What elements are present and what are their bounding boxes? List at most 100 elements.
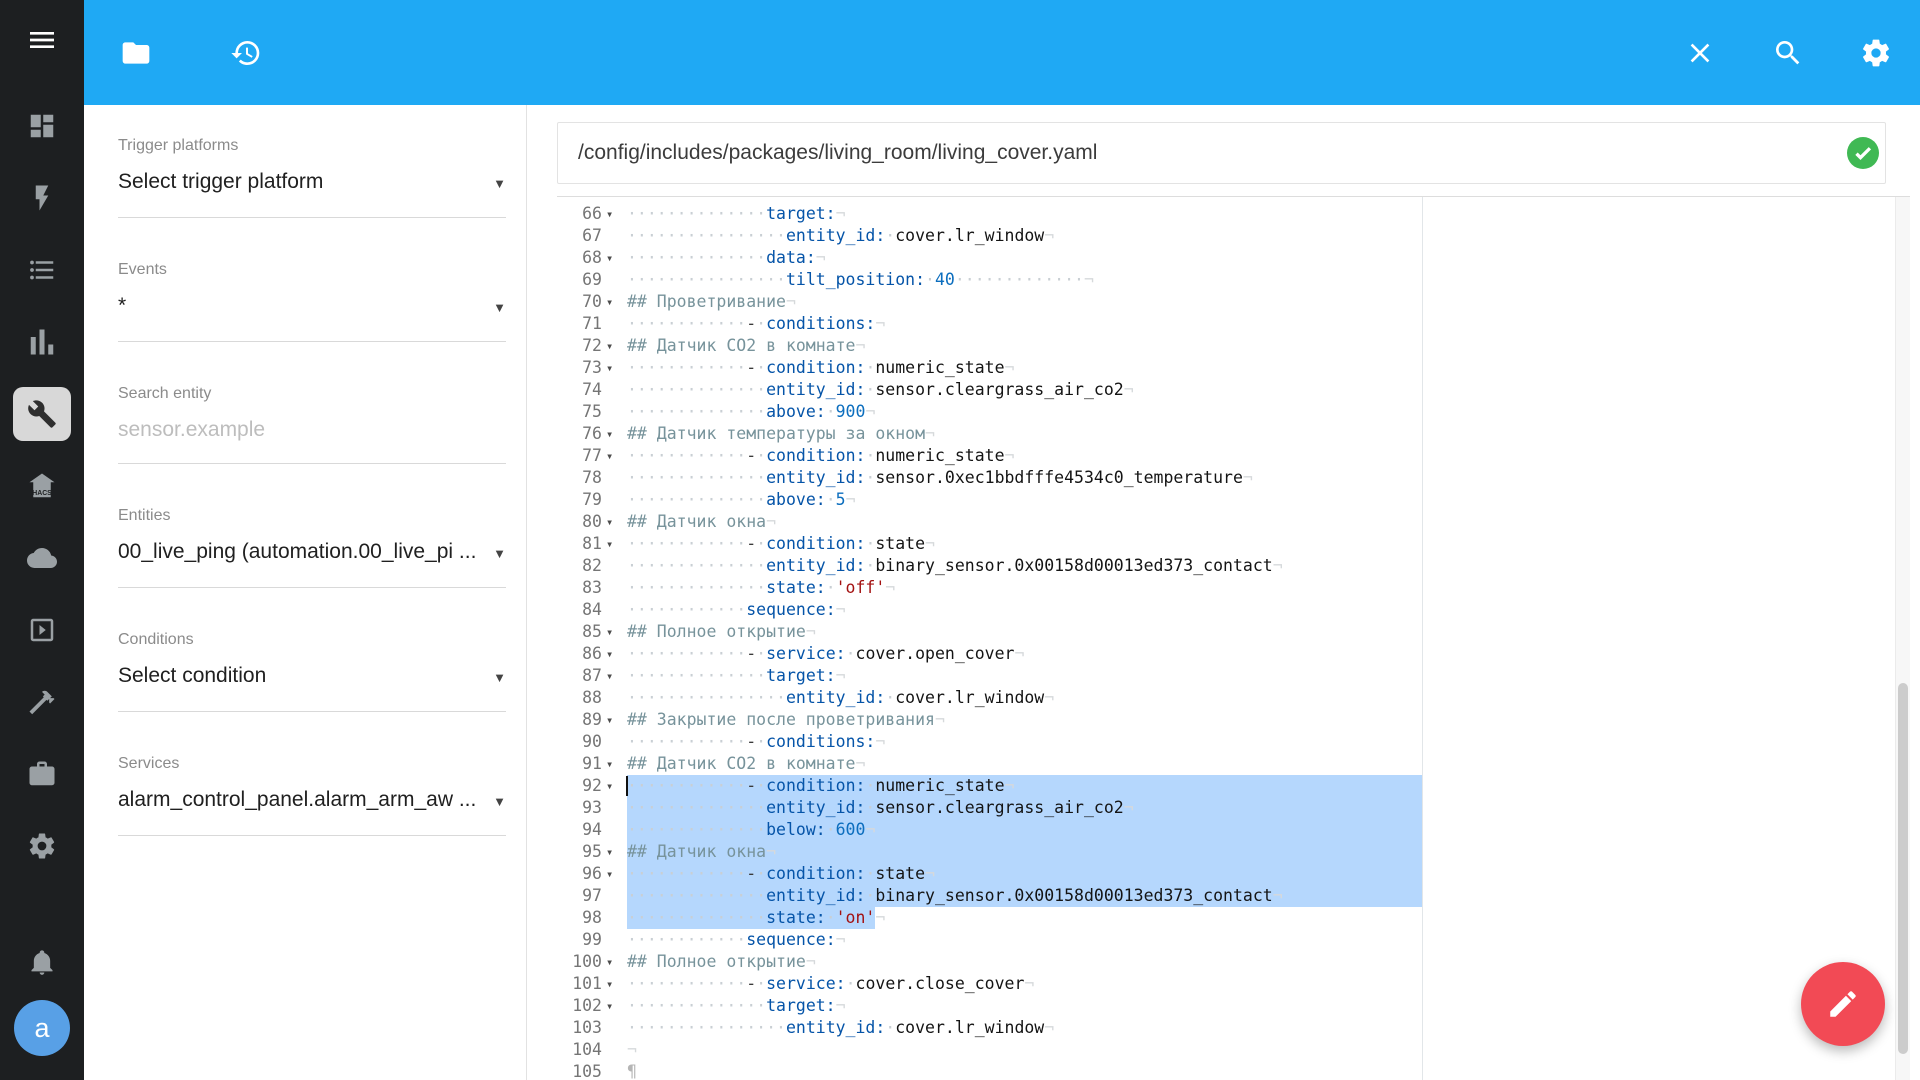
notifications-button[interactable] bbox=[0, 940, 84, 984]
fold-arrow-icon[interactable]: ▾ bbox=[602, 533, 627, 555]
code-line-89[interactable]: 89▾## Закрытие после проветривания¬ bbox=[557, 709, 1910, 731]
sidebar-item-file-editor[interactable] bbox=[0, 378, 84, 450]
field-select-conditions[interactable]: Select condition▼ bbox=[118, 663, 506, 712]
code-line-105[interactable]: 105¶ bbox=[557, 1061, 1910, 1080]
code-line-104[interactable]: 104¬ bbox=[557, 1039, 1910, 1061]
field-input-search-entity[interactable]: sensor.example bbox=[118, 417, 506, 464]
fold-arrow-icon[interactable]: ▾ bbox=[602, 357, 627, 379]
field-placeholder: sensor.example bbox=[118, 417, 506, 443]
code-line-73[interactable]: 73▾············-·condition:·numeric_stat… bbox=[557, 357, 1910, 379]
code-line-101[interactable]: 101▾············-·service:·cover.close_c… bbox=[557, 973, 1910, 995]
fold-arrow-icon[interactable]: ▾ bbox=[602, 753, 627, 775]
line-number: 98 bbox=[557, 907, 602, 929]
editor-scrollbar[interactable] bbox=[1895, 197, 1910, 1080]
code-line-99[interactable]: 99············sequence:¬ bbox=[557, 929, 1910, 951]
code-line-97[interactable]: 97··············entity_id:·binary_sensor… bbox=[557, 885, 1910, 907]
code-line-75[interactable]: 75··············above:·900¬ bbox=[557, 401, 1910, 423]
code-line-103[interactable]: 103················entity_id:·cover.lr_w… bbox=[557, 1017, 1910, 1039]
code-line-76[interactable]: 76▾## Датчик температуры за окном¬ bbox=[557, 423, 1910, 445]
gear-icon bbox=[1860, 37, 1892, 69]
fold-arrow-icon[interactable]: ▾ bbox=[602, 775, 627, 797]
code-line-70[interactable]: 70▾## Проветривание¬ bbox=[557, 291, 1910, 313]
code-line-80[interactable]: 80▾## Датчик окна¬ bbox=[557, 511, 1910, 533]
code-line-91[interactable]: 91▾## Датчик CO2 в комнате¬ bbox=[557, 753, 1910, 775]
sidebar-item-cloud[interactable] bbox=[0, 522, 84, 594]
code-line-85[interactable]: 85▾## Полное открытие¬ bbox=[557, 621, 1910, 643]
fold-arrow-icon[interactable]: ▾ bbox=[602, 643, 627, 665]
fold-arrow-icon[interactable]: ▾ bbox=[602, 973, 627, 995]
fold-arrow-icon[interactable]: ▾ bbox=[602, 247, 627, 269]
field-select-services[interactable]: alarm_control_panel.alarm_arm_aw ...▼ bbox=[118, 787, 506, 836]
code-line-102[interactable]: 102▾··············target:¬ bbox=[557, 995, 1910, 1017]
fold-arrow-icon[interactable]: ▾ bbox=[602, 511, 627, 533]
code-line-68[interactable]: 68▾··············data:¬ bbox=[557, 247, 1910, 269]
field-label: Conditions bbox=[118, 630, 506, 649]
code-line-83[interactable]: 83··············state:·'off'¬ bbox=[557, 577, 1910, 599]
fold-arrow-icon[interactable]: ▾ bbox=[602, 203, 627, 225]
fold-arrow-icon[interactable]: ▾ bbox=[602, 995, 627, 1017]
folder-button[interactable] bbox=[120, 37, 152, 69]
sidebar-item-developer-tools[interactable] bbox=[0, 666, 84, 738]
user-avatar[interactable]: a bbox=[14, 1000, 70, 1056]
code-editor[interactable]: 66▾··············target:¬67·············… bbox=[557, 196, 1910, 1080]
fold-arrow-icon[interactable]: ▾ bbox=[602, 863, 627, 885]
close-button[interactable] bbox=[1684, 37, 1716, 69]
code-line-74[interactable]: 74··············entity_id:·sensor.clearg… bbox=[557, 379, 1910, 401]
code-line-72[interactable]: 72▾## Датчик CO2 в комнате¬ bbox=[557, 335, 1910, 357]
code-line-84[interactable]: 84············sequence:¬ bbox=[557, 599, 1910, 621]
code-line-67[interactable]: 67················entity_id:·cover.lr_wi… bbox=[557, 225, 1910, 247]
history-button[interactable] bbox=[230, 37, 262, 69]
code-line-96[interactable]: 96▾············-·condition:·state¬ bbox=[557, 863, 1910, 885]
code-line-82[interactable]: 82··············entity_id:·binary_sensor… bbox=[557, 555, 1910, 577]
fold-arrow-icon[interactable]: ▾ bbox=[602, 423, 627, 445]
sidebar-item-hacs[interactable]: HACS bbox=[0, 450, 84, 522]
sidebar-item-logbook[interactable] bbox=[0, 234, 84, 306]
lightning-bolt-icon bbox=[27, 183, 57, 213]
code-line-100[interactable]: 100▾## Полное открытие¬ bbox=[557, 951, 1910, 973]
fold-arrow-icon[interactable]: ▾ bbox=[602, 621, 627, 643]
code-line-90[interactable]: 90············-·conditions:¬ bbox=[557, 731, 1910, 753]
fold-arrow-icon[interactable]: ▾ bbox=[602, 665, 627, 687]
sidebar-item-supervisor[interactable] bbox=[0, 738, 84, 810]
fold-arrow-icon[interactable]: ▾ bbox=[602, 335, 627, 357]
code-line-71[interactable]: 71············-·conditions:¬ bbox=[557, 313, 1910, 335]
code-line-87[interactable]: 87▾··············target:¬ bbox=[557, 665, 1910, 687]
sidebar-item-media[interactable] bbox=[0, 594, 84, 666]
code-line-95[interactable]: 95▾## Датчик окна¬ bbox=[557, 841, 1910, 863]
code-line-81[interactable]: 81▾············-·condition:·state¬ bbox=[557, 533, 1910, 555]
settings-button[interactable] bbox=[1860, 37, 1892, 69]
code-line-86[interactable]: 86▾············-·service:·cover.open_cov… bbox=[557, 643, 1910, 665]
code-line-92[interactable]: 92▾············-·condition:·numeric_stat… bbox=[557, 775, 1910, 797]
field-entities: Entities00_live_ping (automation.00_live… bbox=[118, 506, 506, 588]
fold-arrow-icon[interactable]: ▾ bbox=[602, 291, 627, 313]
code-line-66[interactable]: 66▾··············target:¬ bbox=[557, 203, 1910, 225]
code-line-98[interactable]: 98··············state:·'on'¬ bbox=[557, 907, 1910, 929]
code-line-93[interactable]: 93··············entity_id:·sensor.clearg… bbox=[557, 797, 1910, 819]
sidebar-item-dashboard[interactable] bbox=[0, 90, 84, 162]
code-line-78[interactable]: 78··············entity_id:·sensor.0xec1b… bbox=[557, 467, 1910, 489]
field-label: Events bbox=[118, 260, 506, 279]
search-button[interactable] bbox=[1772, 37, 1804, 69]
field-label: Search entity bbox=[118, 384, 506, 403]
field-select-trigger-platforms[interactable]: Select trigger platform▼ bbox=[118, 169, 506, 218]
code-line-77[interactable]: 77▾············-·condition:·numeric_stat… bbox=[557, 445, 1910, 467]
fold-arrow-icon[interactable]: ▾ bbox=[602, 951, 627, 973]
sidebar-item-settings[interactable] bbox=[0, 810, 84, 882]
field-select-entities[interactable]: 00_live_ping (automation.00_live_pi ...▼ bbox=[118, 539, 506, 588]
code-line-94[interactable]: 94··············below:·600¬ bbox=[557, 819, 1910, 841]
code-line-79[interactable]: 79··············above:·5¬ bbox=[557, 489, 1910, 511]
sidebar-item-energy[interactable] bbox=[0, 162, 84, 234]
field-value: * bbox=[118, 293, 485, 319]
field-select-events[interactable]: *▼ bbox=[118, 293, 506, 342]
code-line-88[interactable]: 88················entity_id:·cover.lr_wi… bbox=[557, 687, 1910, 709]
menu-button[interactable] bbox=[0, 20, 84, 60]
edit-fab[interactable] bbox=[1801, 962, 1885, 1046]
dropdown-caret-icon: ▼ bbox=[493, 665, 506, 691]
fold-arrow-icon[interactable]: ▾ bbox=[602, 709, 627, 731]
sidebar-item-history[interactable] bbox=[0, 306, 84, 378]
scrollbar-thumb[interactable] bbox=[1898, 683, 1908, 1054]
fold-arrow-icon[interactable]: ▾ bbox=[602, 445, 627, 467]
fold-arrow-icon[interactable]: ▾ bbox=[602, 841, 627, 863]
line-number: 95 bbox=[557, 841, 602, 863]
code-line-69[interactable]: 69················tilt_position:·40·····… bbox=[557, 269, 1910, 291]
